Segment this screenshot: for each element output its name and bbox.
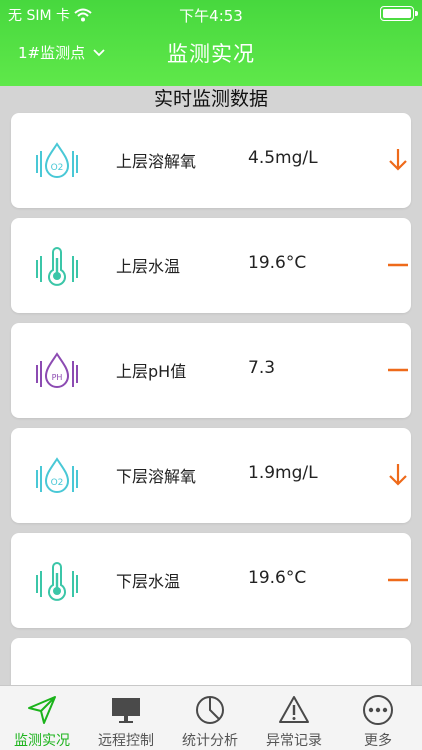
svg-text:O2: O2 (51, 478, 64, 488)
thermometer-icon (36, 247, 78, 286)
status-time: 下午4:53 (179, 7, 243, 25)
oxygen-drop-icon: O2 (36, 142, 78, 178)
navigation-bar: 1#监测点 监测实况 (0, 28, 422, 80)
tab-label: 更多 (364, 733, 392, 749)
section-title: 实时监测数据 (153, 88, 268, 110)
ph-drop-icon: PH (36, 352, 78, 388)
chevron-down-icon (93, 48, 105, 56)
status-bar: 无 SIM 卡 下午4:53 (0, 0, 422, 28)
metric-value: 1.9mg/L (248, 463, 318, 483)
status-right (380, 6, 418, 21)
metric-name: 下层溶解氧 (116, 467, 197, 486)
trend-flat-icon (388, 578, 408, 582)
tab-label: 远程控制 (98, 733, 154, 749)
metric-name: 上层pH值 (116, 362, 187, 381)
trend-down-icon (389, 149, 407, 171)
tab-remote-control[interactable]: 远程控制 (84, 686, 168, 750)
metric-value: 19.6°C (248, 253, 307, 273)
page-title: 监测实况 (167, 42, 255, 66)
metric-name: 上层水温 (116, 257, 181, 276)
monitor-card[interactable]: O2 上层溶解氧 4.5mg/L (11, 113, 411, 208)
trend-down-icon (389, 464, 407, 486)
metric-value: 4.5mg/L (248, 148, 318, 168)
monitor-card[interactable]: O2 下层溶解氧 1.9mg/L (11, 428, 411, 523)
warning-icon (279, 696, 309, 723)
monitor-card[interactable]: 下层水温 19.6°C (11, 533, 411, 628)
metric-name: 上层溶解氧 (116, 152, 197, 171)
svg-text:PH: PH (52, 373, 63, 382)
monitor-card[interactable]: 上层水温 19.6°C (11, 218, 411, 313)
trend-flat-icon (388, 263, 408, 267)
tab-bar: 监测实况 远程控制 统计分析 异常记录 更多 (0, 685, 422, 750)
tab-alerts[interactable]: 异常记录 (252, 686, 336, 750)
tab-statistics[interactable]: 统计分析 (168, 686, 252, 750)
monitor-point-selector[interactable]: 1#监测点 (18, 42, 105, 63)
thermometer-icon (36, 562, 78, 601)
monitor-point-label: 1#监测点 (18, 44, 86, 62)
app-header: 无 SIM 卡 下午4:53 1#监测点 监测实况 (0, 0, 422, 86)
battery-icon (380, 6, 418, 21)
svg-text:O2: O2 (51, 163, 64, 173)
tab-label: 监测实况 (14, 733, 70, 749)
metric-name: 下层水温 (116, 572, 181, 591)
tab-monitor[interactable]: 监测实况 (0, 686, 84, 750)
monitor-icon (112, 698, 140, 723)
more-icon (363, 695, 393, 725)
tab-label: 异常记录 (266, 733, 322, 749)
trend-flat-icon (388, 368, 408, 372)
tab-more[interactable]: 更多 (336, 686, 420, 750)
metric-value: 7.3 (248, 358, 276, 378)
monitor-card[interactable]: PH 上层pH值 7.3 (11, 323, 411, 418)
tab-label: 统计分析 (182, 733, 238, 749)
oxygen-drop-icon: O2 (36, 457, 78, 493)
paper-plane-icon (28, 696, 56, 724)
pie-chart-icon (196, 696, 224, 724)
metric-value: 19.6°C (248, 568, 307, 588)
